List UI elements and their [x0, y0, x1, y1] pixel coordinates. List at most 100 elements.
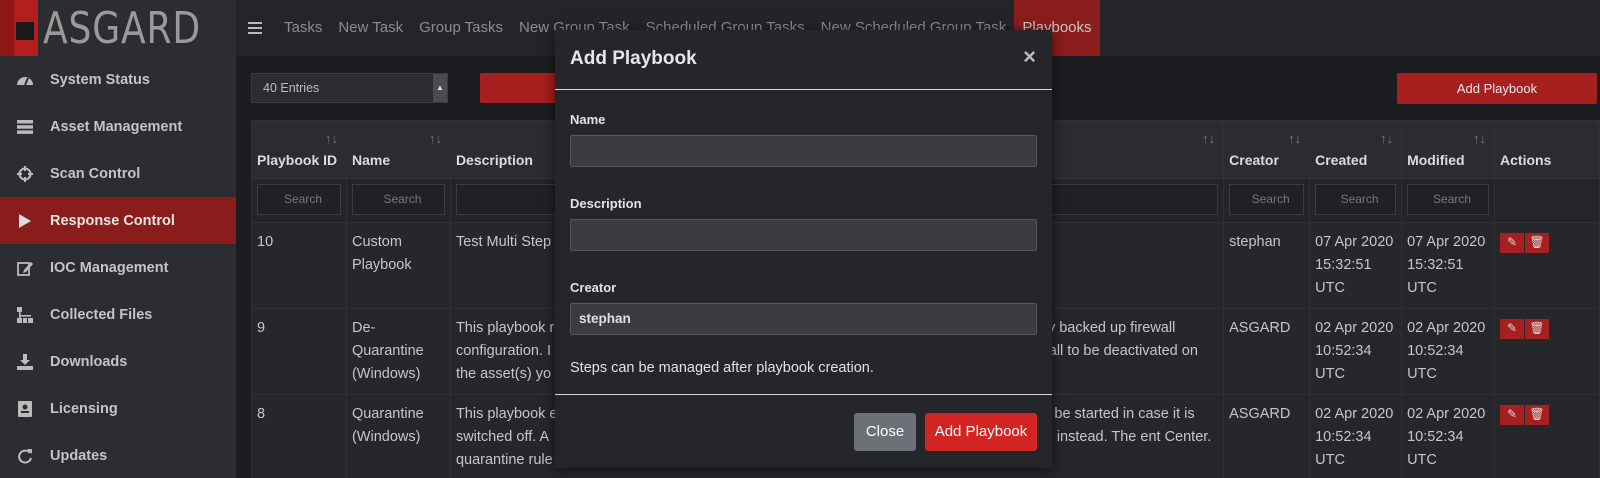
sort-icon: ↑↓ — [1380, 131, 1394, 146]
modal-header: Add Playbook × — [555, 30, 1052, 90]
edit-icon[interactable]: ✎ — [1500, 404, 1525, 425]
play-icon — [16, 212, 34, 230]
modal-title: Add Playbook — [570, 48, 697, 69]
column-header-created[interactable]: Created ↑↓ — [1309, 120, 1403, 179]
trash-icon[interactable]: 🗑 — [1525, 232, 1550, 253]
search-cell: Search — [1309, 178, 1403, 223]
cell-actions: ✎ 🗑 — [1494, 308, 1600, 395]
modal-body: Name Description Creator stephan Steps c… — [555, 90, 1052, 376]
sidebar-item-updates[interactable]: Updates — [0, 432, 236, 478]
cell-id: 10 — [251, 222, 347, 309]
column-header-label: Actions — [1500, 152, 1552, 168]
sidebar-item-label: Scan Control — [50, 165, 141, 182]
column-header-label: Creator — [1229, 152, 1279, 168]
entries-select-value: 40 Entries — [263, 81, 320, 95]
sidebar-item-label: IOC Management — [50, 259, 169, 276]
column-header-id[interactable]: Playbook ID ↑↓ — [251, 120, 347, 179]
column-header-modified[interactable]: Modified ↑↓ — [1401, 120, 1496, 179]
trash-icon[interactable]: 🗑 — [1525, 404, 1550, 425]
cell-name: De-Quarantine (Windows) — [345, 308, 451, 395]
sidebar: ASGARD System Status Asset Management Sc… — [0, 0, 236, 478]
tab-group-tasks[interactable]: Group Tasks — [411, 0, 511, 56]
column-header-actions: Actions — [1494, 120, 1600, 179]
column-header-creator[interactable]: Creator ↑↓ — [1223, 120, 1311, 179]
hidden-toolbar-button[interactable] — [480, 73, 560, 103]
search-input-name[interactable]: Search — [351, 184, 445, 215]
hamburger-menu-icon[interactable] — [248, 19, 262, 37]
app-window: ASGARD System Status Asset Management Sc… — [0, 0, 1600, 478]
description-text: Test Multi Step — [455, 234, 552, 250]
search-input-modified[interactable]: Search — [1407, 184, 1490, 215]
sidebar-item-system-status[interactable]: System Status — [0, 56, 236, 103]
server-icon — [16, 118, 34, 136]
search-input-creator[interactable]: Search — [1229, 184, 1305, 215]
sidebar-item-label: Asset Management — [50, 118, 183, 135]
creator-label: Creator — [570, 280, 617, 295]
edit-document-icon — [16, 259, 34, 277]
column-header-name[interactable]: Name ↑↓ — [345, 120, 451, 179]
tab-new-task[interactable]: New Task — [330, 0, 411, 56]
trash-icon[interactable]: 🗑 — [1525, 318, 1550, 339]
cell-modified: 02 Apr 2020 10:52:34 UTC — [1401, 308, 1496, 395]
cell-id: 8 — [251, 394, 347, 478]
column-header-label: Created — [1315, 152, 1368, 168]
description-text: This playbook r configuration. I the ass… — [455, 320, 555, 382]
cell-actions: ✎ 🗑 — [1494, 222, 1600, 309]
description-field[interactable] — [570, 219, 1037, 251]
sidebar-item-downloads[interactable]: Downloads — [0, 338, 236, 385]
logo-mark — [0, 0, 39, 56]
sidebar-item-collected-files[interactable]: Collected Files — [0, 291, 236, 338]
close-icon[interactable]: × — [1023, 44, 1036, 70]
sort-icon: ↑↓ — [1202, 131, 1216, 146]
sidebar-item-label: Licensing — [50, 400, 118, 417]
creator-field[interactable]: stephan — [570, 303, 1037, 335]
sort-icon: ↑↓ — [428, 131, 442, 146]
sort-icon: ↑↓ — [1473, 131, 1487, 146]
search-cell: Search — [251, 178, 347, 223]
sort-icon: ↑↓ — [1288, 131, 1302, 146]
search-cell: Search — [345, 178, 451, 223]
cell-created: 02 Apr 2020 10:52:34 UTC — [1309, 394, 1403, 478]
entries-select[interactable]: 40 Entries ▲ — [251, 73, 448, 103]
license-icon — [16, 400, 34, 418]
search-cell — [1494, 178, 1600, 223]
sidebar-item-response-control[interactable]: Response Control — [0, 197, 236, 244]
sidebar-item-label: Downloads — [50, 353, 128, 370]
description-text: This playbook e switched off. A quaranti… — [455, 406, 558, 468]
sidebar-item-asset-management[interactable]: Asset Management — [0, 103, 236, 150]
chevron-down-icon: ▲ — [433, 74, 447, 102]
search-input-created[interactable]: Search — [1315, 184, 1397, 215]
search-input-id[interactable]: Search — [257, 184, 341, 215]
crosshair-icon — [16, 165, 34, 183]
description-label: Description — [570, 196, 642, 211]
submit-add-playbook-button[interactable]: Add Playbook — [925, 413, 1037, 451]
refresh-icon — [16, 447, 34, 465]
sidebar-item-label: System Status — [50, 71, 150, 88]
cell-creator: stephan — [1223, 222, 1311, 309]
cell-name: Custom Playbook — [345, 222, 451, 309]
add-playbook-button[interactable]: Add Playbook — [1397, 73, 1597, 104]
sidebar-item-scan-control[interactable]: Scan Control — [0, 150, 236, 197]
cell-creator: ASGARD — [1223, 308, 1311, 395]
close-button[interactable]: Close — [854, 413, 916, 451]
sidebar-item-label: Collected Files — [50, 306, 153, 323]
name-field[interactable] — [570, 135, 1037, 167]
cell-created: 07 Apr 2020 15:32:51 UTC — [1309, 222, 1403, 309]
add-playbook-modal: Add Playbook × Name Description Creator … — [555, 30, 1052, 468]
download-icon — [16, 353, 34, 371]
cell-created: 02 Apr 2020 10:52:34 UTC — [1309, 308, 1403, 395]
tab-tasks[interactable]: Tasks — [276, 0, 330, 56]
cell-actions: ✎ 🗑 — [1494, 394, 1600, 478]
cell-modified: 07 Apr 2020 15:32:51 UTC — [1401, 222, 1496, 309]
search-cell: Search — [1401, 178, 1496, 223]
logo[interactable]: ASGARD — [0, 0, 236, 56]
edit-icon[interactable]: ✎ — [1500, 232, 1525, 253]
modal-footer: Close Add Playbook — [555, 394, 1052, 468]
name-label: Name — [570, 112, 606, 127]
edit-icon[interactable]: ✎ — [1500, 318, 1525, 339]
column-header-label: Playbook ID — [257, 152, 338, 168]
sitemap-icon — [16, 306, 34, 324]
sidebar-item-licensing[interactable]: Licensing — [0, 385, 236, 432]
sidebar-item-ioc-management[interactable]: IOC Management — [0, 244, 236, 291]
cell-name: Quarantine (Windows) — [345, 394, 451, 478]
